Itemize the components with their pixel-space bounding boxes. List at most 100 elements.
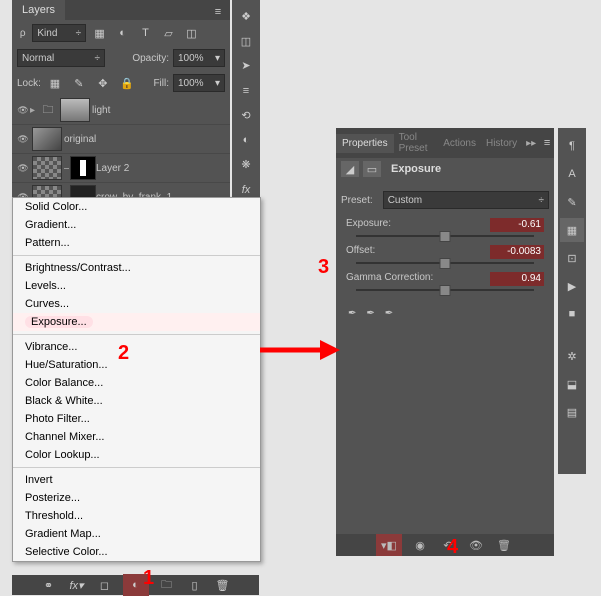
collapse-icon[interactable]: ▸▸ xyxy=(522,138,540,149)
layers-stack-icon[interactable]: ❖ xyxy=(234,6,258,27)
right-sidebar: ¶ A ✎ ▦ ⊡ ▶ ■ ✲ ⬓ ▤ xyxy=(558,128,586,474)
menu-item[interactable]: Selective Color... xyxy=(13,543,260,561)
visibility-icon[interactable]: 👁 xyxy=(16,104,30,116)
annotation-marker: 4 xyxy=(447,536,458,559)
menu-item[interactable]: Photo Filter... xyxy=(13,410,260,428)
layer-row[interactable]: 👁 original xyxy=(12,125,230,154)
fx-icon[interactable]: fx▾ xyxy=(67,575,87,595)
histogram-icon[interactable]: ⬓ xyxy=(560,372,584,396)
layer-name[interactable]: light xyxy=(92,105,110,116)
tab-actions[interactable]: Actions xyxy=(438,134,481,153)
layers-tab[interactable]: Layers xyxy=(12,0,65,20)
opacity-input[interactable]: 100%▾ xyxy=(173,49,225,67)
menu-item[interactable]: Pattern... xyxy=(13,234,260,252)
menu-item[interactable]: Curves... xyxy=(13,295,260,313)
tab-tool-preset[interactable]: Tool Preset xyxy=(394,128,439,158)
lock-transparent-icon[interactable]: ▦ xyxy=(45,73,65,93)
smart-filter-icon[interactable]: ◫ xyxy=(182,23,201,43)
toggle-visibility-icon[interactable]: 👁 xyxy=(466,535,486,555)
paragraph-icon[interactable]: ¶ xyxy=(560,134,584,158)
opacity-label: Opacity: xyxy=(132,53,169,64)
actions-icon[interactable]: ➤ xyxy=(234,56,258,77)
annotation-marker: 3 xyxy=(318,256,329,279)
filter-icon[interactable]: ρ xyxy=(17,28,28,39)
blend-mode-select[interactable]: Normal÷ xyxy=(17,49,105,67)
layer-row[interactable]: 👁 ⎯ Layer 2 xyxy=(12,154,230,183)
tab-properties[interactable]: Properties xyxy=(336,134,394,153)
menu-item[interactable]: Brightness/Contrast... xyxy=(13,259,260,277)
layer-name[interactable]: Layer 2 xyxy=(96,163,129,174)
menu-item-exposure[interactable]: Exposure... xyxy=(13,313,260,331)
menu-item[interactable]: Vibrance... xyxy=(13,338,260,356)
layer-name[interactable]: original xyxy=(64,134,96,145)
menu-item[interactable]: Gradient Map... xyxy=(13,525,260,543)
navigator-icon[interactable]: ✲ xyxy=(560,344,584,368)
offset-value[interactable]: -0.0083 xyxy=(490,245,544,259)
menu-item[interactable]: Solid Color... xyxy=(13,198,260,216)
paths-icon[interactable]: ≡ xyxy=(234,80,258,101)
menu-item[interactable]: Black & White... xyxy=(13,392,260,410)
eyedropper-gray-icon[interactable]: ✒ xyxy=(385,308,393,319)
offset-slider[interactable] xyxy=(356,262,534,264)
eyedropper-white-icon[interactable]: ✒ xyxy=(366,308,374,319)
layer-row[interactable]: 👁 ▸ 🗀 light xyxy=(12,96,230,125)
eyedropper-icon[interactable]: ✒ xyxy=(348,308,356,319)
menu-item[interactable]: Posterize... xyxy=(13,489,260,507)
tab-history[interactable]: History xyxy=(481,134,522,153)
shape-filter-icon[interactable]: ▱ xyxy=(159,23,178,43)
character-icon[interactable]: A xyxy=(560,162,584,186)
lock-all-icon[interactable]: 🔒 xyxy=(117,73,137,93)
field-label: Offset: xyxy=(346,245,375,259)
layers-footer: ⚭ fx▾ ◻ ◐ 🗀 ▯ 🗑 xyxy=(12,575,259,595)
filter-kind-select[interactable]: Kind÷ xyxy=(32,24,86,42)
color-icon[interactable]: ▤ xyxy=(560,400,584,424)
menu-item[interactable]: Threshold... xyxy=(13,507,260,525)
adjustments-icon[interactable]: ◐ xyxy=(234,130,258,151)
styles-icon[interactable]: ❋ xyxy=(234,155,258,176)
panel-menu-icon[interactable]: ≡ xyxy=(540,133,554,153)
info-icon[interactable]: ■ xyxy=(560,302,584,326)
channels-icon[interactable]: ◫ xyxy=(234,31,258,52)
menu-item[interactable]: Channel Mixer... xyxy=(13,428,260,446)
clip-to-layer-icon[interactable]: ▾◧ xyxy=(376,534,402,556)
history-icon[interactable]: ⟲ xyxy=(234,105,258,126)
type-filter-icon[interactable]: T xyxy=(136,23,155,43)
link-icon[interactable]: ⚭ xyxy=(39,575,59,595)
menu-item[interactable]: Color Balance... xyxy=(13,374,260,392)
exposure-value[interactable]: -0.61 xyxy=(490,218,544,232)
lock-position-icon[interactable]: ✥ xyxy=(93,73,113,93)
play-icon[interactable]: ▶ xyxy=(560,274,584,298)
fill-label: Fill: xyxy=(153,78,169,89)
layer-thumb xyxy=(32,127,62,151)
visibility-icon[interactable]: 👁 xyxy=(16,133,30,145)
ruler-icon[interactable]: ⊡ xyxy=(560,246,584,270)
menu-item[interactable]: Gradient... xyxy=(13,216,260,234)
preset-select[interactable]: Custom÷ xyxy=(383,191,549,209)
pixel-filter-icon[interactable]: ▦ xyxy=(90,23,109,43)
menu-item[interactable]: Invert xyxy=(13,471,260,489)
preset-label: Preset: xyxy=(341,195,373,206)
layer-mask[interactable] xyxy=(70,156,96,180)
lock-pixels-icon[interactable]: ✎ xyxy=(69,73,89,93)
menu-item[interactable]: Color Lookup... xyxy=(13,446,260,464)
folder-icon[interactable]: 🗀 xyxy=(157,575,177,595)
menu-item[interactable]: Hue/Saturation... xyxy=(13,356,260,374)
new-layer-icon[interactable]: ▯ xyxy=(185,575,205,595)
mask-tab-icon[interactable]: ▭ xyxy=(363,161,381,177)
fill-input[interactable]: 100%▾ xyxy=(173,74,225,92)
trash-icon[interactable]: 🗑 xyxy=(213,575,233,595)
gamma-value[interactable]: 0.94 xyxy=(490,272,544,286)
trash-icon[interactable]: 🗑 xyxy=(494,535,514,555)
layers-panel: Layers ≡ ρ Kind÷ ▦ ◐ T ▱ ◫ Normal÷ Opaci… xyxy=(12,0,230,196)
swatches-icon[interactable]: ▦ xyxy=(560,218,584,242)
path-icon[interactable]: ✎ xyxy=(560,190,584,214)
visibility-icon[interactable]: 👁 xyxy=(16,162,30,174)
menu-item[interactable]: Levels... xyxy=(13,277,260,295)
adjustment-filter-icon[interactable]: ◐ xyxy=(113,23,132,43)
panel-menu-icon[interactable]: ≡ xyxy=(208,2,228,22)
gamma-slider[interactable] xyxy=(356,289,534,291)
exposure-slider[interactable] xyxy=(356,235,534,237)
mask-icon[interactable]: ◻ xyxy=(95,575,115,595)
view-previous-icon[interactable]: ◉ xyxy=(410,535,430,555)
arrow-icon xyxy=(260,340,340,360)
